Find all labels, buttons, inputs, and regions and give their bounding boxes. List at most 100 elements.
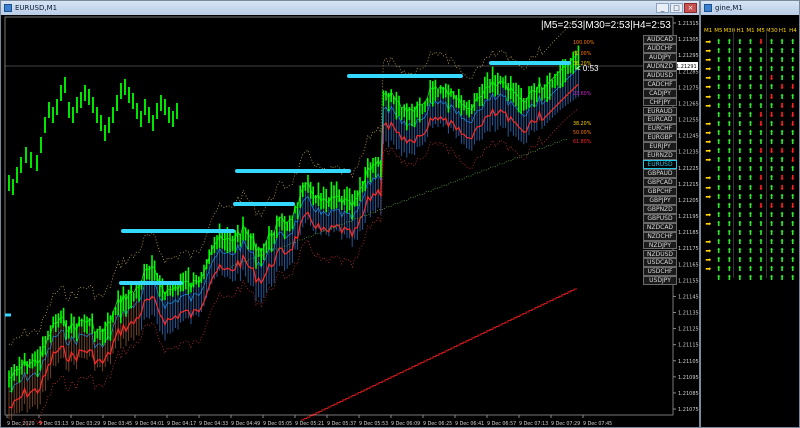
price-axis-label: 1.21125 [678, 327, 699, 333]
arrow-up-icon: ⬆ [758, 274, 765, 283]
arrow-up-icon: ⬆ [789, 265, 796, 274]
signal-row: ➡ ⬆ ⬆ ⬆ ⬆ ⬆ ⬆ ⬆ ⬆ [703, 247, 798, 256]
symbol-button-eurgbp[interactable]: EURGBP [643, 133, 677, 143]
minimize-button[interactable]: _ [656, 3, 669, 13]
chart-titlebar[interactable]: EURUSD,M1 _ □ × [1, 1, 699, 15]
arrow-up-icon: ⬆ [715, 156, 722, 165]
dashboard-col-header: M5 [714, 28, 723, 34]
arrow-up-icon: ⬆ [737, 92, 743, 101]
lower-envelope-line [18, 107, 579, 427]
symbol-button-audjpy[interactable]: AUDJPY [643, 52, 677, 62]
symbol-button-gbpcad[interactable]: GBPCAD [643, 178, 677, 187]
symbol-button-eurcad[interactable]: EURCAD [643, 115, 677, 125]
arrow-up-icon: ⬆ [747, 101, 754, 110]
arrow-up-icon: ⬆ [726, 47, 733, 56]
arrow-up-icon: ⬆ [789, 74, 796, 83]
price-axis-label: 1.21315 [678, 21, 699, 27]
arrow-up-icon: ⬆ [779, 219, 786, 228]
arrow-up-icon: ⬆ [789, 38, 796, 46]
signal-row: ➡ ⬆ ⬆ ⬆ ⬆ ⬆ ⬆ ⬆ ⬆ [703, 265, 798, 274]
signal-row: ⬆ ⬆ ⬆ ⬆ ⬇ ⬇ ⬇ ⬇ [703, 202, 798, 211]
symbol-button-cadchf[interactable]: CADCHF [643, 79, 677, 89]
symbol-button-gbpaud[interactable]: GBPAUD [643, 169, 677, 178]
symbol-button-audnzd[interactable]: AUDNZD [643, 61, 677, 71]
arrow-up-icon: ⬆ [715, 110, 722, 119]
arrow-right-icon: ➡ [705, 119, 712, 128]
arrow-up-icon: ⬆ [715, 56, 722, 65]
symbol-button-usdjpy[interactable]: USDJPY [643, 276, 677, 286]
arrow-up-icon: ⬆ [747, 147, 754, 156]
dashboard-titlebar[interactable]: gine,M1 [701, 1, 799, 15]
arrow-right-icon: ➡ [705, 183, 712, 192]
maximize-button[interactable]: □ [670, 3, 683, 13]
time-axis-label: 9 Dec 05:21 [295, 421, 324, 427]
arrow-up-icon: ⬆ [715, 138, 722, 147]
price-axis-label: 1.21305 [678, 37, 699, 43]
symbol-button-nzdcad[interactable]: NZDCAD [643, 222, 677, 232]
time-axis-label: 9 Dec 07:13 [519, 421, 548, 427]
arrow-up-icon: ⬆ [747, 110, 754, 119]
close-button[interactable]: × [684, 3, 697, 13]
arrow-up-icon: ⬆ [789, 138, 796, 147]
arrow-up-icon: ⬆ [726, 274, 733, 283]
time-axis-label: 9 Dec 04:33 [199, 421, 228, 427]
signal-cross: + [37, 418, 44, 427]
arrow-down-icon: ⬇ [779, 83, 786, 92]
arrow-up-icon: ⬆ [768, 256, 775, 265]
arrow-up-icon: ⬆ [726, 201, 733, 210]
symbol-button-usdcad[interactable]: USDCAD [643, 258, 677, 268]
symbol-button-usdchf[interactable]: USDCHF [643, 267, 677, 277]
symbol-button-nzdchf[interactable]: NZDCHF [643, 231, 677, 241]
symbol-button-cadjpy[interactable]: CADJPY [643, 88, 677, 98]
empty-cell [703, 229, 714, 238]
arrow-up-icon: ⬆ [715, 210, 722, 219]
arrow-down-icon: ⬇ [779, 101, 786, 110]
arrow-up-icon: ⬆ [758, 101, 765, 110]
arrow-down-icon: ⬇ [779, 174, 786, 183]
symbol-button-audchf[interactable]: AUDCHF [643, 43, 677, 53]
arrow-up-icon: ⬆ [747, 74, 754, 83]
symbol-button-eurnzd[interactable]: EURNZD [643, 151, 677, 161]
arrow-up-icon: ⬆ [768, 165, 775, 174]
red-stepline [301, 288, 577, 421]
arrow-down-icon: ⬇ [779, 147, 786, 156]
arrow-up-icon: ⬆ [715, 256, 722, 265]
symbol-button-nzdusd[interactable]: NZDUSD [643, 249, 677, 259]
symbol-button-audcad[interactable]: AUDCAD [643, 35, 677, 44]
empty-cell [703, 274, 714, 283]
arrow-up-icon: ⬆ [737, 74, 743, 83]
arrow-up-icon: ⬆ [715, 228, 722, 237]
price-axis-label: 1.21195 [678, 214, 699, 220]
dashboard-col-header: M1 [746, 28, 755, 34]
symbol-button-nzdjpy[interactable]: NZDJPY [643, 240, 677, 250]
symbol-button-gbpchf[interactable]: GBPCHF [643, 186, 677, 196]
arrow-up-icon: ⬆ [779, 210, 786, 219]
arrow-up-icon: ⬆ [747, 274, 754, 283]
symbol-button-gbpusd[interactable]: GBPUSD [643, 213, 677, 223]
empty-cell [703, 165, 714, 174]
symbol-button-chfjpy[interactable]: CHFJPY [643, 97, 677, 107]
symbol-button-eurusd[interactable]: EURUSD [643, 160, 677, 170]
arrow-up-icon: ⬆ [747, 165, 754, 174]
fib-level-label: 50.00% [573, 130, 592, 136]
arrow-down-icon: ⬇ [779, 201, 786, 210]
symbol-button-euraud[interactable]: EURAUD [643, 106, 677, 116]
chart-window[interactable]: EURUSD,M1 _ □ × 1.21315 1.21305 1.21295 1.2… [0, 0, 700, 428]
price-axis-label: 1.21085 [678, 391, 699, 397]
arrow-up-icon: ⬆ [726, 128, 733, 137]
arrow-up-icon: ⬆ [726, 192, 733, 201]
arrow-up-icon: ⬆ [768, 228, 775, 237]
symbol-button-gbpjpy[interactable]: GBPJPY [643, 195, 677, 205]
arrow-up-icon: ⬆ [789, 65, 796, 74]
price-chart[interactable]: 1.21315 1.21305 1.21295 1.21285 1.21275 1.212… [1, 15, 700, 428]
arrow-right-icon: ➡ [705, 128, 712, 137]
arrow-up-icon: ⬆ [758, 128, 765, 137]
symbol-button-eurjpy[interactable]: EURJPY [643, 142, 677, 152]
signal-row: ⬆ ⬆ ⬆ ⬆ ⬆ ⬆ ⬆ ⬆ [703, 165, 798, 174]
arrow-up-icon: ⬆ [779, 138, 786, 147]
symbol-button-eurchf[interactable]: EURCHF [643, 124, 677, 134]
arrow-up-icon: ⬆ [715, 274, 722, 283]
symbol-button-gbpnzd[interactable]: GBPNZD [643, 204, 677, 214]
symbol-button-audusd[interactable]: AUDUSD [643, 70, 677, 80]
signal-row: ➡ ⬆ ⬆ ⬆ ⬆ ⬇ ⬆ ⬇ ⬇ [703, 120, 798, 129]
